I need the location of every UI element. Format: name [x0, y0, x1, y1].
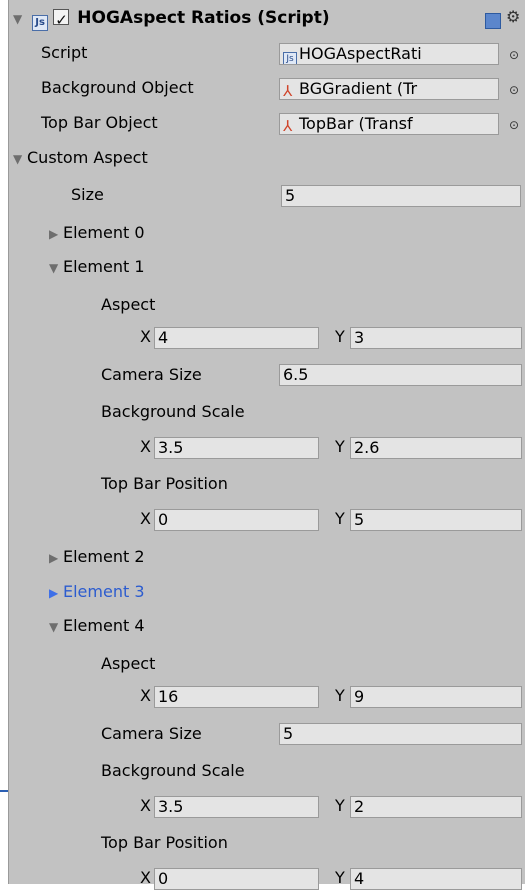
foldout-arrow-icon: ▶	[49, 551, 59, 565]
background-scale-label: Background Scale	[101, 761, 245, 780]
custom-aspect-foldout[interactable]: ▼ Custom Aspect	[13, 145, 148, 171]
element-2-label: Element 2	[63, 547, 145, 566]
background-object-field[interactable]: ⅄ BGGradient (Tr	[279, 78, 499, 100]
object-picker-icon[interactable]: ⊙	[509, 118, 519, 132]
background-scale-label: Background Scale	[101, 402, 245, 421]
y-axis-label: Y	[335, 796, 345, 815]
top-bar-object-value: TopBar (Transf	[299, 114, 413, 133]
top-bar-position-x-field[interactable]: 0	[154, 868, 319, 890]
top-bar-position-y-field[interactable]: 4	[350, 868, 522, 890]
background-object-label: Background Object	[41, 78, 194, 97]
aspect-label: Aspect	[101, 654, 156, 673]
gear-icon[interactable]: ⚙	[506, 7, 520, 26]
element-3-label: Element 3	[63, 582, 145, 601]
element-4-foldout[interactable]: ▼ Element 4	[49, 613, 145, 639]
top-bar-position-y-field[interactable]: 5	[350, 509, 522, 531]
x-axis-label: X	[140, 509, 151, 528]
transform-icon: ⅄	[283, 82, 293, 100]
x-axis-label: X	[140, 327, 151, 346]
y-axis-label: Y	[335, 868, 345, 887]
y-axis-label: Y	[335, 327, 345, 346]
transform-icon: ⅄	[283, 117, 293, 135]
size-field[interactable]: 5	[281, 185, 521, 207]
top-bar-object-field[interactable]: ⅄ TopBar (Transf	[279, 113, 499, 135]
x-axis-label: X	[140, 686, 151, 705]
top-bar-position-label: Top Bar Position	[101, 833, 228, 852]
custom-aspect-label: Custom Aspect	[27, 148, 148, 167]
element-2-foldout[interactable]: ▶ Element 2	[49, 544, 145, 570]
y-axis-label: Y	[335, 437, 345, 456]
x-axis-label: X	[140, 796, 151, 815]
aspect-y-field[interactable]: 9	[350, 686, 522, 708]
aspect-y-field[interactable]: 3	[350, 327, 522, 349]
y-axis-label: Y	[335, 509, 345, 528]
element-0-foldout[interactable]: ▶ Element 0	[49, 220, 145, 246]
camera-size-label: Camera Size	[101, 365, 202, 384]
foldout-arrow-icon: ▼	[49, 261, 59, 275]
background-scale-y-field[interactable]: 2.6	[350, 437, 522, 459]
script-label: Script	[41, 43, 88, 62]
background-scale-x-field[interactable]: 3.5	[154, 437, 319, 459]
element-1-label: Element 1	[63, 257, 145, 276]
background-object-value: BGGradient (Tr	[299, 79, 418, 98]
camera-size-field[interactable]: 6.5	[279, 364, 522, 386]
script-field-value: HOGAspectRati	[299, 44, 422, 63]
camera-size-field[interactable]: 5	[279, 723, 522, 745]
background-scale-x-field[interactable]: 3.5	[154, 796, 319, 818]
element-0-label: Element 0	[63, 223, 145, 242]
inspector-panel: ▼ Js HOGAspect Ratios (Script) ⚙ Script …	[8, 0, 525, 890]
foldout-arrow-icon: ▶	[49, 227, 59, 241]
object-picker-icon[interactable]: ⊙	[509, 48, 519, 62]
y-axis-label: Y	[335, 686, 345, 705]
script-field[interactable]: Js HOGAspectRati	[279, 43, 499, 65]
x-axis-label: X	[140, 868, 151, 887]
aspect-x-field[interactable]: 16	[154, 686, 319, 708]
aspect-x-field[interactable]: 4	[154, 327, 319, 349]
camera-size-label: Camera Size	[101, 724, 202, 743]
help-icon[interactable]	[485, 13, 501, 29]
foldout-arrow-icon: ▶	[49, 586, 59, 600]
x-axis-label: X	[140, 437, 151, 456]
aspect-label: Aspect	[101, 295, 156, 314]
top-bar-object-label: Top Bar Object	[41, 113, 158, 132]
enable-checkbox[interactable]	[53, 7, 70, 33]
component-header[interactable]: ▼ Js HOGAspect Ratios (Script)	[13, 5, 330, 33]
js-icon: Js	[32, 15, 49, 31]
top-bar-position-label: Top Bar Position	[101, 474, 228, 493]
element-3-foldout[interactable]: ▶ Element 3	[49, 579, 145, 605]
background-scale-y-field[interactable]: 2	[350, 796, 522, 818]
element-4-label: Element 4	[63, 616, 145, 635]
foldout-arrow-icon[interactable]: ▼	[13, 6, 27, 32]
component-title: HOGAspect Ratios (Script)	[77, 8, 330, 28]
top-bar-position-x-field[interactable]: 0	[154, 509, 319, 531]
foldout-arrow-icon: ▼	[49, 620, 59, 634]
object-picker-icon[interactable]: ⊙	[509, 83, 519, 97]
foldout-arrow-icon: ▼	[13, 152, 23, 166]
element-1-foldout[interactable]: ▼ Element 1	[49, 254, 145, 280]
script-file-icon: Js	[283, 52, 297, 64]
size-label: Size	[71, 185, 104, 204]
